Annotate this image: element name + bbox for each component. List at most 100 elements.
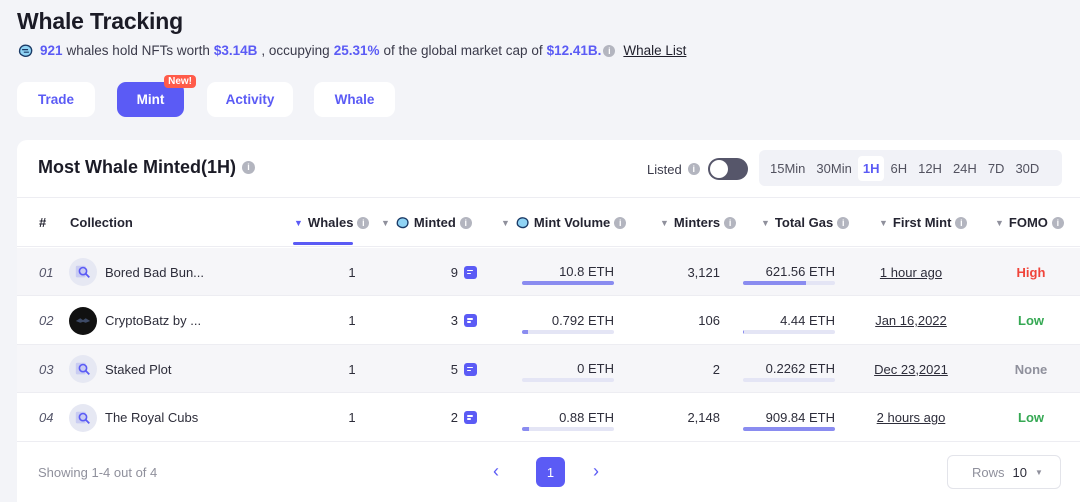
summary-text-1: whales hold NFTs worth: [66, 43, 210, 58]
first-mint-time[interactable]: Dec 23,2021: [871, 345, 951, 393]
tab-mint[interactable]: Mint New!: [117, 75, 196, 117]
collection-name[interactable]: The Royal Cubs: [105, 394, 198, 442]
column-first-mint-label: First Mint: [892, 215, 952, 230]
mint-volume: 10.8 ETH: [559, 264, 614, 279]
total-gas-bar-fill: [743, 426, 835, 431]
total-gas-bar: [743, 281, 835, 285]
table-row[interactable]: 03 Staked Plot 1 5 0 ETH 2 0.2262 ETH Dec 23,20…: [17, 345, 1080, 393]
info-icon[interactable]: i: [603, 44, 616, 57]
minters-count: 2: [712, 361, 720, 377]
column-index: #: [39, 215, 47, 230]
next-page-icon[interactable]: ›: [593, 461, 599, 482]
column-whales[interactable]: ▼ Whales i: [294, 215, 370, 230]
whale-worth: $3.14B: [213, 43, 258, 58]
collection-avatar[interactable]: [69, 394, 97, 442]
column-whales-label: Whales: [307, 215, 354, 230]
collection-placeholder-icon: [69, 355, 97, 383]
collection-avatar[interactable]: [69, 345, 97, 393]
whales-count: 1: [348, 361, 356, 377]
prev-page-icon[interactable]: ‹: [493, 461, 499, 482]
details-icon[interactable]: [464, 314, 477, 327]
info-icon[interactable]: i: [687, 163, 700, 175]
info-icon[interactable]: i: [614, 216, 627, 229]
info-icon[interactable]: i: [459, 216, 472, 229]
sort-indicator: [293, 242, 353, 245]
mint-volume-bar: [522, 329, 614, 334]
column-mint-volume[interactable]: ▼ Mint Volume i: [501, 215, 627, 230]
whale-summary: 921 whales hold NFTs worth $3.14B , occu…: [17, 42, 686, 59]
info-icon[interactable]: i: [955, 216, 968, 229]
info-icon[interactable]: i: [837, 216, 850, 229]
table-footer: Showing 1-4 out of 4 ‹ 1 › Rows 10 ▼: [17, 443, 1080, 502]
market-share-percent: 25.31%: [333, 43, 380, 58]
page-button[interactable]: 1: [536, 457, 565, 487]
timeframe-30min[interactable]: 30Min: [811, 156, 856, 181]
whales-count: 1: [348, 264, 356, 280]
info-icon[interactable]: i: [1051, 216, 1064, 229]
sort-icon: ▼: [761, 217, 770, 228]
info-icon[interactable]: i: [357, 216, 370, 229]
listed-filter: Listed i: [647, 158, 748, 180]
table-header: # Collection ▼ Whales i ▼ Minted i ▼ Min…: [17, 197, 1080, 247]
row-index: 03: [39, 361, 54, 377]
sort-icon: ▼: [660, 217, 669, 228]
column-minters[interactable]: ▼ Minters i: [660, 215, 737, 230]
collection-avatar[interactable]: [69, 297, 97, 345]
mint-volume: 0.792 ETH: [551, 312, 614, 328]
details-icon[interactable]: [464, 265, 477, 279]
timeframe-15min[interactable]: 15Min: [765, 156, 810, 181]
column-minted[interactable]: ▼ Minted i: [381, 215, 472, 230]
mint-volume-bar-fill: [522, 281, 614, 285]
whale-list-link[interactable]: Whale List: [623, 43, 686, 58]
column-total-gas[interactable]: ▼ Total Gas i: [761, 215, 850, 230]
listed-toggle[interactable]: [707, 158, 748, 180]
info-icon[interactable]: i: [724, 216, 737, 229]
minted-count: 3: [437, 297, 477, 345]
tab-trade[interactable]: Trade: [17, 82, 95, 117]
details-icon[interactable]: [464, 411, 477, 424]
column-first-mint[interactable]: ▼ First Mint i: [879, 215, 968, 230]
minted-count: 9: [437, 248, 477, 296]
panel-title: Most Whale Minted(1H) i: [38, 157, 255, 178]
table-row[interactable]: 01 Bored Bad Bun... 1 9 10.8 ETH 3,121 621.56 …: [17, 248, 1080, 296]
mint-volume: 0.88 ETH: [559, 409, 614, 425]
timeframe-7d[interactable]: 7D: [983, 156, 1010, 181]
timeframe-12h[interactable]: 12H: [913, 156, 947, 181]
whales-count: 1: [348, 410, 356, 425]
timeframe-30d[interactable]: 30D: [1010, 156, 1044, 181]
timeframe-1h[interactable]: 1H: [857, 155, 885, 181]
whale-icon: [396, 217, 409, 229]
column-mint-volume-label: Mint Volume: [533, 215, 611, 230]
collection-avatar[interactable]: [69, 248, 97, 296]
column-minted-label: Minted: [413, 215, 456, 230]
fomo-level: Low: [1018, 313, 1044, 328]
first-mint-time[interactable]: 2 hours ago: [871, 394, 951, 442]
table-row[interactable]: 04 The Royal Cubs 1 2 0.88 ETH 2,148 909.84 ET…: [17, 394, 1080, 442]
whale-icon: [516, 217, 529, 229]
column-fomo[interactable]: ▼ FOMO i: [995, 215, 1064, 230]
minted-value: 5: [450, 361, 458, 377]
rows-label: Rows: [972, 464, 1005, 480]
collection-name[interactable]: Bored Bad Bun...: [105, 248, 204, 296]
tab-activity[interactable]: Activity: [207, 82, 293, 117]
first-mint-time[interactable]: 1 hour ago: [871, 248, 951, 296]
first-mint-time[interactable]: Jan 16,2022: [871, 297, 951, 345]
global-market-cap: $12.41B.: [546, 43, 602, 58]
collection-name[interactable]: CryptoBatz by ...: [105, 297, 201, 345]
collection-name[interactable]: Staked Plot: [105, 345, 172, 393]
collection-placeholder-icon: [69, 403, 97, 432]
info-icon[interactable]: i: [242, 161, 255, 174]
tab-whale[interactable]: Whale: [314, 82, 395, 117]
timeframe-24h[interactable]: 24H: [948, 156, 982, 181]
minted-count: 2: [437, 394, 477, 442]
whales-count: 1: [348, 313, 356, 328]
rows-value: 10: [1012, 464, 1027, 480]
details-icon[interactable]: [464, 362, 477, 376]
column-total-gas-label: Total Gas: [774, 215, 834, 230]
total-gas: 0.2262 ETH: [765, 361, 835, 376]
rows-per-page-select[interactable]: Rows 10 ▼: [947, 455, 1061, 489]
collection-placeholder-icon: [69, 258, 97, 286]
minted-value: 2: [450, 410, 458, 425]
timeframe-6h[interactable]: 6H: [885, 156, 912, 181]
table-row[interactable]: 02 CryptoBatz by ... 1 3 0.792 ETH 106 4.44 ET…: [17, 297, 1080, 345]
